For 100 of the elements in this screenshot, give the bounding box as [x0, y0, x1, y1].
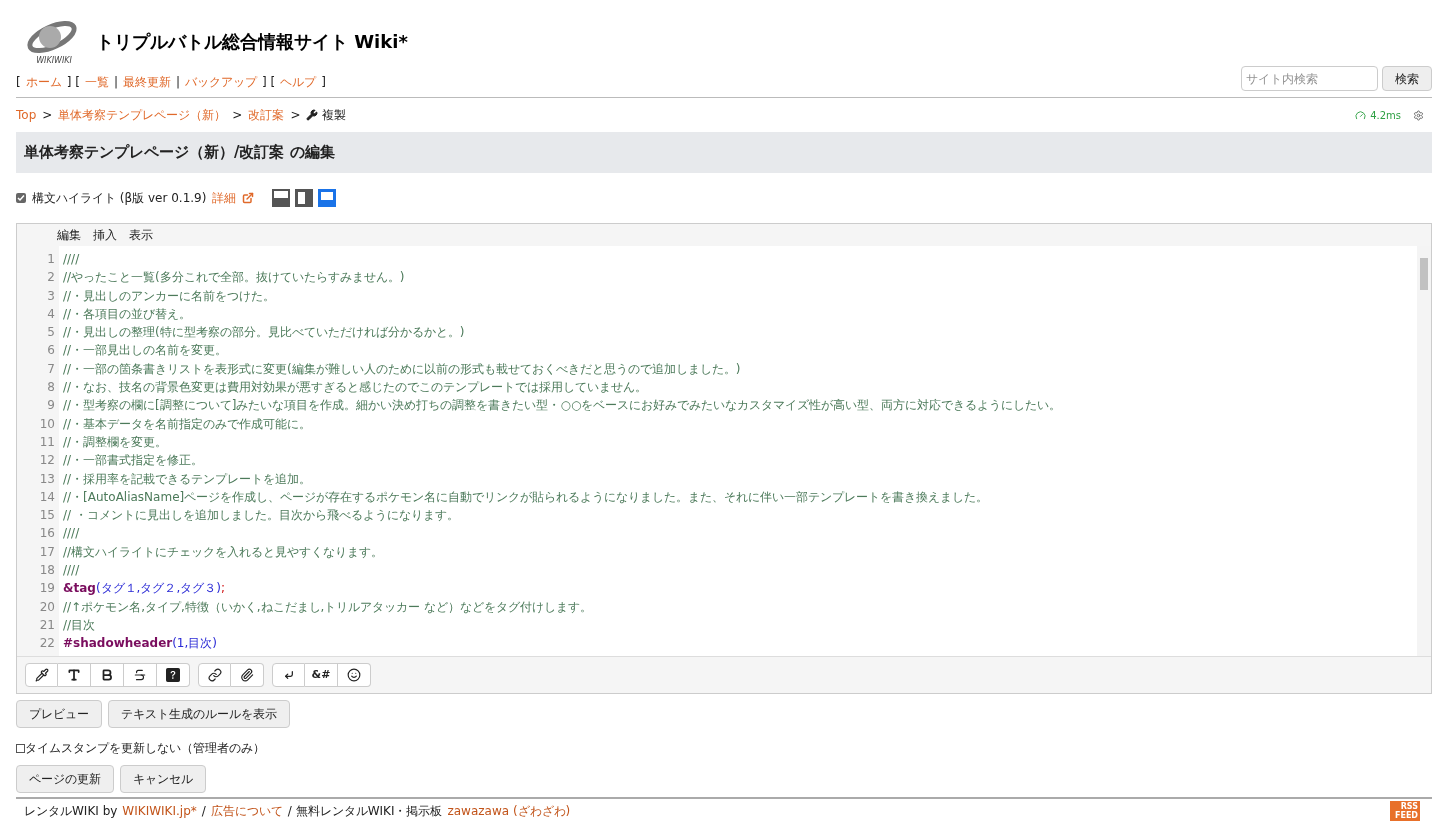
code-line: //↑ポケモン名,タイプ,特徴（いかく,ねこだまし,トリルアタッカー など）などをタグ付けします。 — [63, 598, 594, 616]
scrollbar[interactable] — [1417, 246, 1431, 656]
line-number: 3 — [47, 287, 55, 305]
layout-toggle[interactable] — [272, 189, 291, 207]
line-number: 6 — [47, 342, 55, 360]
settings-icon[interactable] — [1413, 109, 1424, 121]
footer-text: / 無料レンタルWIKI・掲示板 — [287, 803, 443, 819]
code-line: //・一部の箇条書きリストを表形式に変更(編集が難しい人のために以前の形式も載せておくべきだと思うので追加しました。) — [63, 360, 742, 378]
footer-link[interactable]: WIKIWIKI.jp* — [122, 803, 197, 819]
nav-bracket: ] [ — [261, 74, 276, 91]
nav-link[interactable]: ヘルプ — [280, 73, 317, 91]
toolbar-button[interactable] — [91, 663, 124, 687]
nav-bracket: | — [113, 74, 118, 91]
line-number: 14 — [39, 488, 55, 506]
breadcrumb-link[interactable]: 改訂案 — [248, 106, 285, 124]
layout-toggle[interactable] — [318, 189, 337, 207]
footer-link[interactable]: zawazawa (ざわざわ) — [447, 803, 571, 819]
toolbar-button[interactable] — [25, 663, 58, 687]
submit-button[interactable]: ページの更新 — [16, 765, 114, 793]
code-line: //・型考察の欄に[調整について]みたいな項目を作成。細かい決め打ちの調整を書きたい型・○○をベースにお好みでみたいなカスタマイズ性が高い型、両方に対応できるようにしたい。 — [63, 397, 1063, 415]
code-line: //・一部書式指定を修正。 — [63, 452, 205, 470]
rss-feed-badge[interactable]: RSS FEED — [1390, 801, 1420, 821]
line-number: 16 — [39, 525, 55, 543]
timestamp-label: タイムスタンプを更新しない（管理者のみ） — [25, 740, 265, 757]
detail-link[interactable]: 詳細 — [212, 189, 237, 207]
external-link-icon — [242, 192, 255, 204]
line-number: 10 — [39, 415, 55, 433]
code-line: //・採用率を記載できるテンプレートを追加。 — [63, 470, 313, 488]
code-line: //・なお、技名の背景色変更は費用対効果が悪すぎると感じたのでこのテンプレートでは採用していません。 — [63, 379, 649, 397]
line-number: 4 — [47, 305, 55, 323]
timestamp-checkbox[interactable] — [16, 743, 25, 753]
footer-text: レンタルWIKI by — [24, 803, 118, 819]
layout-toggle[interactable] — [295, 189, 314, 207]
code-line: //・[AutoAliasName]ページを作成し、ページが存在するポケモン名に自動でリンクが貼られるようになりました。また、それに伴い一部テンプレートを書き換えました。 — [63, 488, 990, 506]
nav-bracket: | — [175, 74, 180, 91]
code-line: //目次 — [63, 616, 97, 634]
line-number: 20 — [39, 598, 55, 616]
code-line: //・見出しのアンカーに名前をつけた。 — [63, 287, 277, 305]
line-number: 13 — [39, 470, 55, 488]
toolbar-button[interactable] — [157, 663, 190, 687]
speed-icon — [1355, 109, 1367, 121]
code-line: //・調整欄を変更。 — [63, 433, 169, 451]
eyedropper-icon — [34, 668, 49, 682]
return-icon — [283, 670, 294, 680]
code-line: //// — [63, 251, 81, 268]
nav-link[interactable]: バックアップ — [184, 73, 257, 91]
code-line: #shadowheader(1,目次) — [63, 635, 218, 653]
footer-text: / — [201, 803, 206, 819]
action-button[interactable]: テキスト生成のルールを表示 — [108, 700, 290, 728]
site-title: トリプルバトル総合情報サイト Wiki* — [96, 29, 408, 54]
line-number: 21 — [39, 616, 55, 634]
breadcrumb-link[interactable]: 単体考察テンプレページ（新） — [58, 106, 227, 124]
code-line: //// — [63, 525, 81, 543]
line-number: 1 — [47, 251, 55, 268]
toolbar-button[interactable] — [198, 663, 231, 687]
highlight-checkbox[interactable] — [16, 193, 26, 203]
line-number: 11 — [39, 433, 55, 451]
breadcrumb-separator: > — [232, 107, 243, 124]
footer-link[interactable]: 広告について — [210, 803, 283, 819]
nav-link[interactable]: ホーム — [25, 73, 62, 91]
editor-menu-item[interactable]: 挿入 — [93, 226, 117, 244]
breadcrumb-separator: > — [290, 107, 301, 124]
line-number: 19 — [39, 580, 55, 598]
link-icon — [207, 668, 222, 682]
toolbar-button[interactable] — [338, 663, 371, 687]
line-number: 8 — [47, 379, 55, 397]
code-line: //構文ハイライトにチェックを入れると見やすくなります。 — [63, 543, 385, 561]
highlight-label: 構文ハイライト (β版 ver 0.1.9) — [32, 190, 207, 207]
nav-link[interactable]: 最終更新 — [122, 73, 171, 91]
help-icon — [166, 668, 180, 682]
paperclip-icon — [240, 668, 254, 682]
line-number: 5 — [47, 324, 55, 342]
toolbar-button[interactable] — [58, 663, 91, 687]
nav-bracket: [ — [16, 74, 21, 91]
breadcrumb-link[interactable]: Top — [16, 106, 37, 124]
search-button[interactable]: 検索 — [1382, 66, 1432, 91]
editor-menu-item[interactable]: 表示 — [129, 226, 153, 244]
code-line: //・一部見出しの名前を変更。 — [63, 342, 229, 360]
nav-link[interactable]: 一覧 — [84, 73, 109, 91]
code-line: //・基本データを名前指定のみで作成可能に。 — [63, 415, 313, 433]
line-number: 12 — [39, 452, 55, 470]
nav-bracket: ] — [321, 74, 326, 91]
editor-menu-item[interactable]: 編集 — [57, 226, 81, 244]
line-number: 15 — [39, 507, 55, 525]
submit-button[interactable]: キャンセル — [120, 765, 206, 793]
line-number: 9 — [47, 397, 55, 415]
line-number: 7 — [47, 360, 55, 378]
action-button[interactable]: プレビュー — [16, 700, 102, 728]
search-field[interactable]: サイト内検索 — [1241, 66, 1378, 91]
breadcrumb-current: 複製 — [322, 107, 347, 124]
bold-icon — [100, 668, 114, 682]
toolbar-button[interactable] — [231, 663, 264, 687]
render-time: 4.2ms — [1370, 108, 1401, 123]
line-number: 17 — [39, 543, 55, 561]
code-line: //やったこと一覧(多分これで全部。抜けていたらすみません。) — [63, 269, 406, 287]
toolbar-button[interactable]: &# — [305, 663, 338, 687]
page-title: 単体考察テンプレページ（新）/改訂案 の編集 — [16, 132, 1432, 173]
code-line: //// — [63, 562, 81, 580]
toolbar-button[interactable] — [124, 663, 157, 687]
code-line: //・各項目の並び替え。 — [63, 305, 193, 323]
